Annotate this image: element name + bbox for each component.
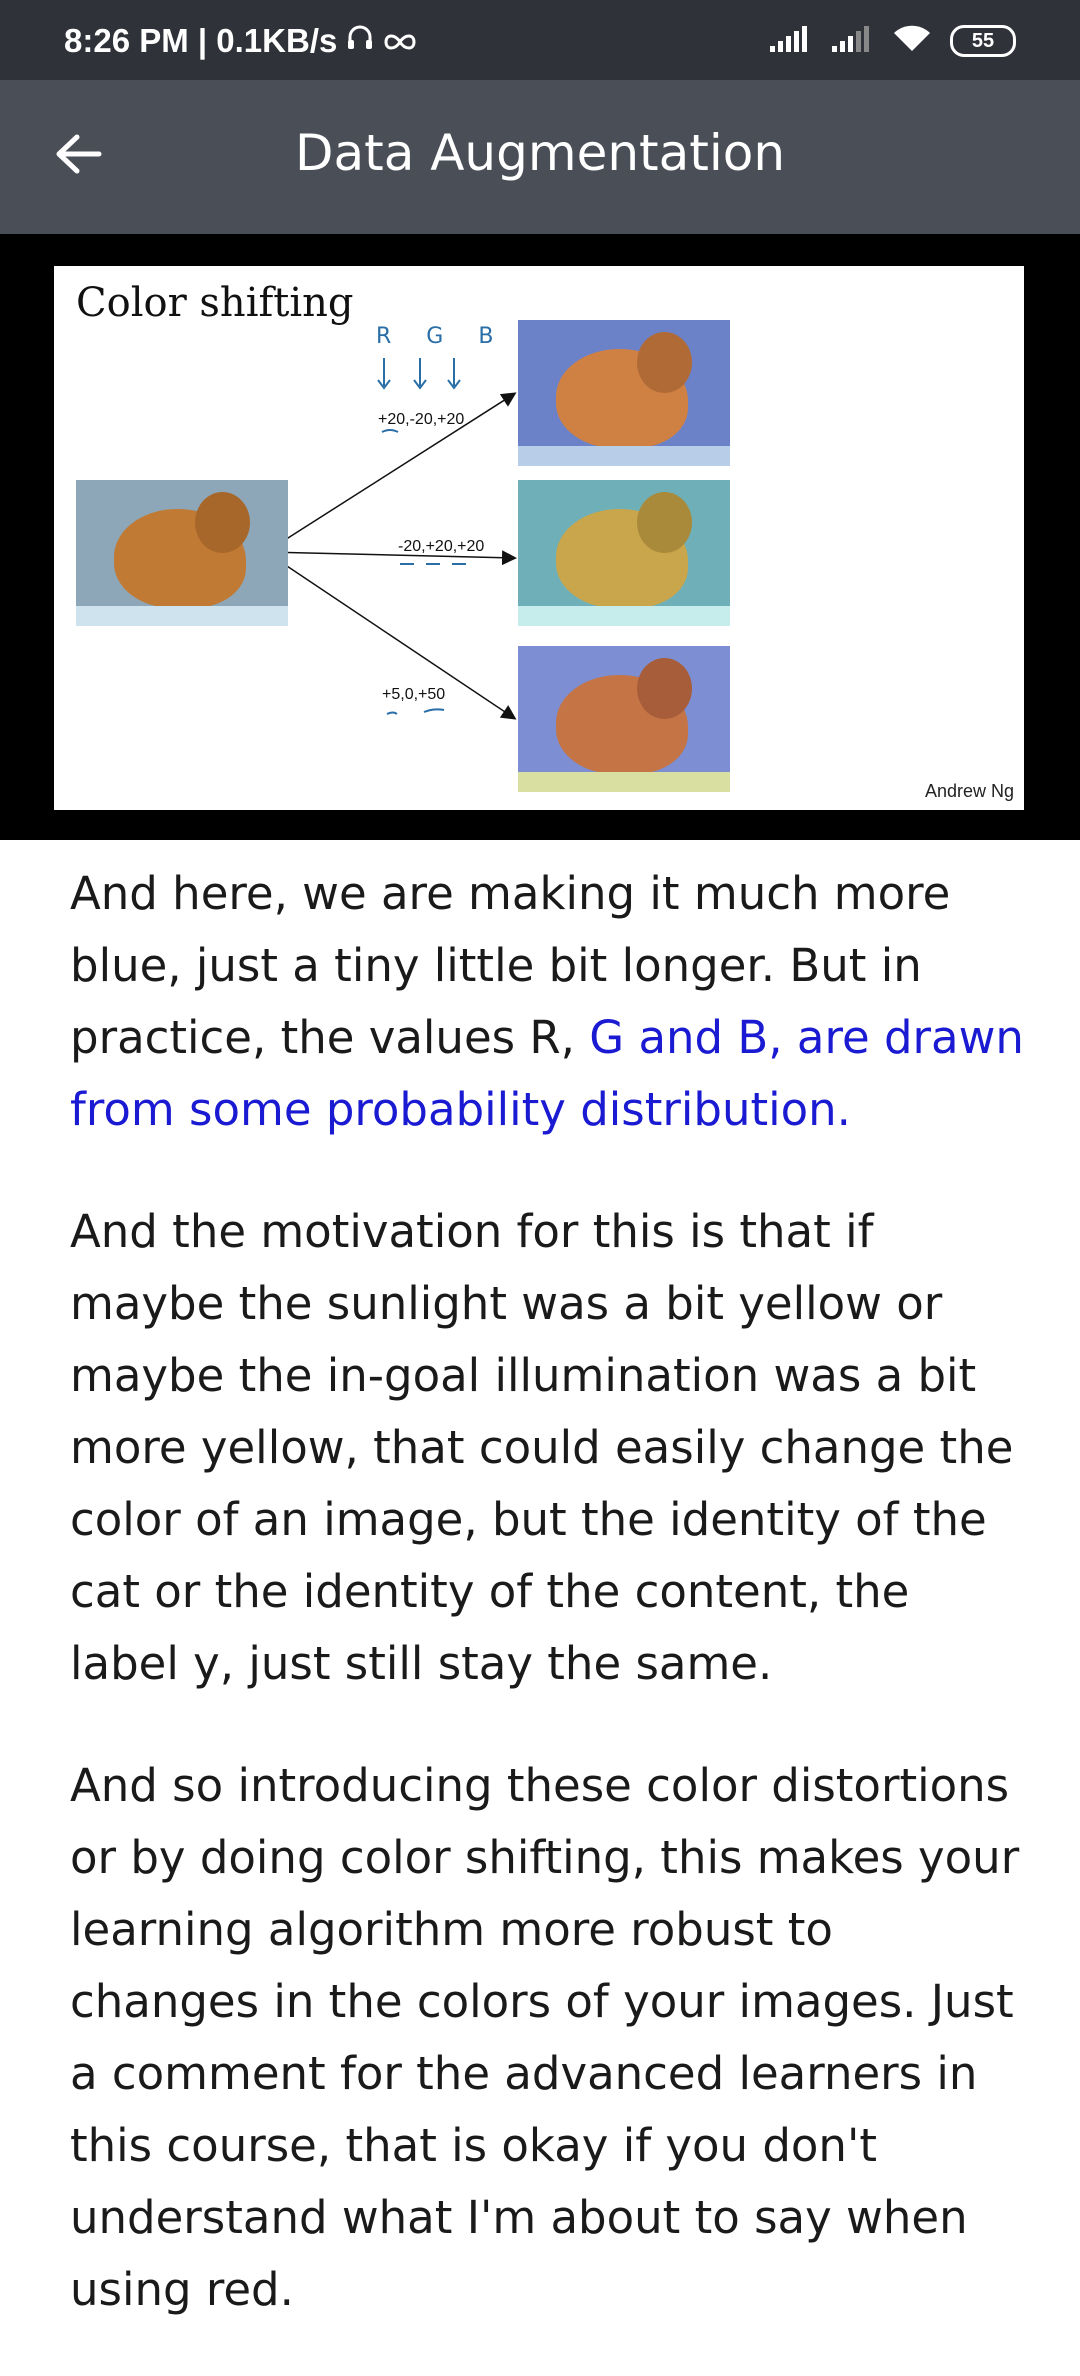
- headphones-icon: [345, 22, 375, 60]
- wifi-icon: [892, 24, 932, 58]
- infinity-icon: [383, 22, 417, 60]
- shifted-cat-image-top: [518, 320, 730, 466]
- transcript-text[interactable]: And the motivation for this is that if m…: [70, 1205, 1013, 1690]
- page-title: Data Augmentation: [294, 124, 786, 182]
- transcript-paragraph[interactable]: And the motivation for this is that if m…: [70, 1196, 1030, 1700]
- status-time-network: 8:26 PM | 0.1KB/s: [64, 22, 338, 59]
- status-left: 8:26 PM | 0.1KB/s: [64, 22, 417, 60]
- transcript-text[interactable]: And so introducing these color distortio…: [70, 1759, 1019, 2316]
- slide-credit: Andrew Ng: [924, 781, 1014, 801]
- shift-label-middle: -20,+20,+20: [398, 538, 485, 555]
- transcript: And here, we are making it much more blu…: [70, 858, 1030, 2376]
- transcript-paragraph[interactable]: And so introducing these color distortio…: [70, 1750, 1030, 2326]
- signal-icon: [768, 24, 812, 58]
- transcript-paragraph: And here, we are making it much more blu…: [70, 858, 1030, 1146]
- shifted-cat-image-middle: [518, 480, 730, 626]
- app-bar: Data Augmentation: [0, 80, 1080, 234]
- battery-indicator: 55: [950, 25, 1016, 57]
- status-bar: 8:26 PM | 0.1KB/s 55: [0, 0, 1080, 80]
- shift-label-bottom: +5,0,+50: [382, 686, 446, 703]
- lecture-slide: Color shifting R G B +20,-20,+20 -20,+20…: [54, 266, 1024, 810]
- original-cat-image: [76, 480, 288, 626]
- video-frame[interactable]: Color shifting R G B +20,-20,+20 -20,+20…: [0, 234, 1080, 840]
- status-right: 55: [768, 24, 1016, 58]
- signal-icon-secondary: [830, 24, 874, 58]
- shifted-cat-image-bottom: [518, 646, 730, 792]
- shift-label-top: +20,-20,+20: [378, 411, 465, 428]
